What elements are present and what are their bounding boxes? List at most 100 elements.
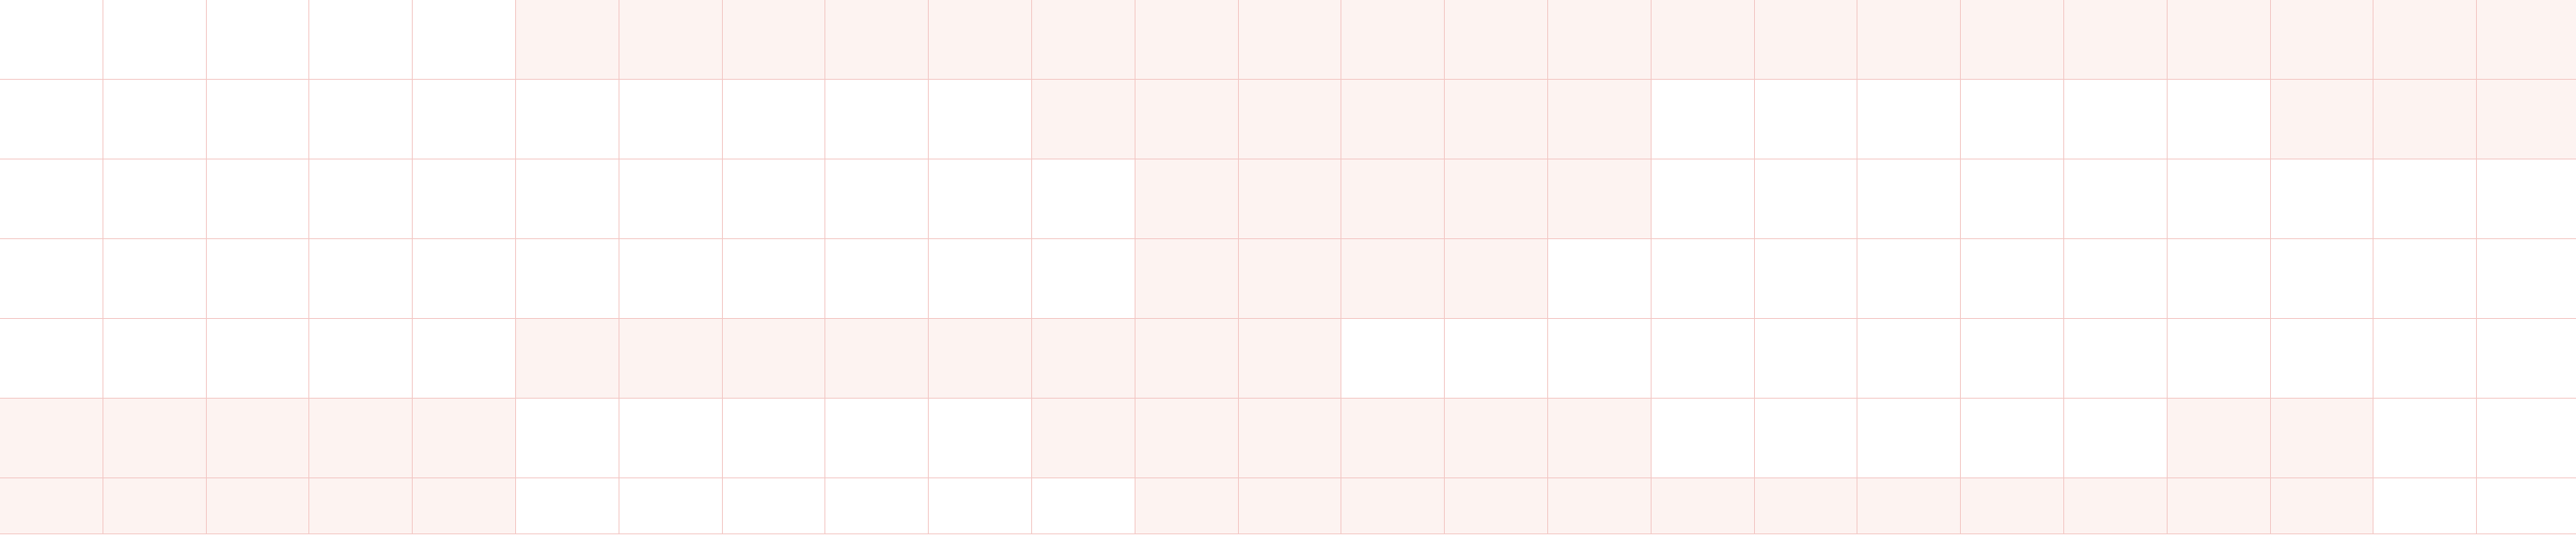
grid-cell-shaded[interactable]: [1651, 0, 1755, 80]
grid-cell[interactable]: [722, 239, 826, 319]
grid-cell[interactable]: [515, 80, 619, 159]
grid-cell[interactable]: [825, 478, 930, 534]
grid-cell[interactable]: [103, 0, 207, 80]
grid-cell[interactable]: [1961, 159, 2064, 239]
grid-cell-shaded[interactable]: [1031, 399, 1135, 478]
grid-cell-shaded[interactable]: [722, 0, 826, 80]
grid-cell[interactable]: [2477, 159, 2576, 239]
grid-cell[interactable]: [103, 319, 207, 399]
grid-cell[interactable]: [929, 239, 1032, 319]
grid-cell[interactable]: [309, 239, 414, 319]
grid-cell[interactable]: [722, 478, 826, 534]
grid-cell[interactable]: [2477, 478, 2576, 534]
grid-cell[interactable]: [619, 80, 723, 159]
grid-cell-shaded[interactable]: [1341, 239, 1446, 319]
grid-cell[interactable]: [103, 159, 207, 239]
grid-cell-shaded[interactable]: [1341, 0, 1446, 80]
grid-cell[interactable]: [0, 159, 103, 239]
grid-cell[interactable]: [2167, 159, 2271, 239]
grid-cell[interactable]: [309, 0, 414, 80]
grid-cell[interactable]: [1754, 159, 1858, 239]
grid-cell[interactable]: [1031, 478, 1135, 534]
grid-cell[interactable]: [2477, 319, 2576, 399]
grid-cell-shaded[interactable]: [1445, 159, 1548, 239]
grid-cell[interactable]: [722, 399, 826, 478]
grid-cell-shaded[interactable]: [2063, 478, 2168, 534]
grid-cell-shaded[interactable]: [1961, 0, 2064, 80]
grid-cell-shaded[interactable]: [1445, 399, 1548, 478]
grid-cell-shaded[interactable]: [1445, 239, 1548, 319]
grid-cell-shaded[interactable]: [1135, 319, 1239, 399]
grid-cell[interactable]: [2167, 80, 2271, 159]
grid-cell-shaded[interactable]: [1857, 478, 1962, 534]
grid-cell[interactable]: [1857, 399, 1962, 478]
grid-cell[interactable]: [515, 399, 619, 478]
grid-cell[interactable]: [413, 80, 516, 159]
grid-cell-shaded[interactable]: [515, 319, 619, 399]
grid-cell-shaded[interactable]: [1445, 478, 1548, 534]
grid-cell-shaded[interactable]: [1135, 478, 1239, 534]
grid-cell-shaded[interactable]: [1238, 478, 1342, 534]
grid-cell[interactable]: [0, 319, 103, 399]
grid-cell-shaded[interactable]: [2477, 0, 2576, 80]
grid-cell-shaded[interactable]: [2167, 0, 2271, 80]
grid-cell-shaded[interactable]: [1547, 399, 1652, 478]
grid-cell[interactable]: [722, 159, 826, 239]
grid-cell[interactable]: [206, 319, 310, 399]
grid-cell-shaded[interactable]: [206, 478, 310, 534]
grid-cell-shaded[interactable]: [929, 0, 1032, 80]
grid-cell[interactable]: [929, 159, 1032, 239]
grid-cell-shaded[interactable]: [309, 478, 414, 534]
grid-cell[interactable]: [1857, 80, 1962, 159]
grid-cell[interactable]: [2477, 399, 2576, 478]
grid-cell-shaded[interactable]: [1445, 0, 1548, 80]
grid-cell[interactable]: [0, 0, 103, 80]
grid-cell[interactable]: [2270, 239, 2374, 319]
grid-cell[interactable]: [103, 239, 207, 319]
grid-cell[interactable]: [825, 239, 930, 319]
grid-cell[interactable]: [2373, 319, 2478, 399]
grid-cell[interactable]: [413, 239, 516, 319]
grid-cell[interactable]: [413, 0, 516, 80]
grid-cell[interactable]: [1651, 159, 1755, 239]
grid-cell[interactable]: [206, 239, 310, 319]
grid-cell-shaded[interactable]: [1031, 0, 1135, 80]
grid-cell-shaded[interactable]: [1238, 399, 1342, 478]
grid-cell-shaded[interactable]: [2373, 0, 2478, 80]
grid-cell-shaded[interactable]: [1547, 0, 1652, 80]
grid-cell-shaded[interactable]: [0, 478, 103, 534]
grid-cell[interactable]: [2063, 319, 2168, 399]
grid-cell-shaded[interactable]: [2270, 478, 2374, 534]
grid-cell-shaded[interactable]: [1651, 478, 1755, 534]
grid-cell[interactable]: [0, 239, 103, 319]
grid-cell[interactable]: [309, 80, 414, 159]
grid-cell[interactable]: [2270, 159, 2374, 239]
grid-cell-shaded[interactable]: [515, 0, 619, 80]
grid-cell[interactable]: [619, 159, 723, 239]
grid-cell-shaded[interactable]: [1031, 319, 1135, 399]
grid-cell[interactable]: [309, 319, 414, 399]
grid-cell[interactable]: [206, 159, 310, 239]
grid-cell[interactable]: [2373, 399, 2478, 478]
grid-cell[interactable]: [309, 159, 414, 239]
grid-cell-shaded[interactable]: [1135, 159, 1239, 239]
grid-cell[interactable]: [515, 478, 619, 534]
grid-cell[interactable]: [1651, 239, 1755, 319]
grid-cell[interactable]: [103, 80, 207, 159]
grid-cell[interactable]: [206, 80, 310, 159]
grid-cell[interactable]: [1754, 319, 1858, 399]
grid-cell-shaded[interactable]: [413, 478, 516, 534]
grid-cell-shaded[interactable]: [309, 399, 414, 478]
grid-cell[interactable]: [0, 80, 103, 159]
grid-cell-shaded[interactable]: [413, 399, 516, 478]
grid-cell[interactable]: [413, 159, 516, 239]
grid-cell[interactable]: [1547, 319, 1652, 399]
grid-cell-shaded[interactable]: [1547, 478, 1652, 534]
grid-cell[interactable]: [1857, 239, 1962, 319]
grid-cell-shaded[interactable]: [825, 319, 930, 399]
grid-cell[interactable]: [1651, 399, 1755, 478]
grid-cell-shaded[interactable]: [1238, 80, 1342, 159]
grid-cell-shaded[interactable]: [2373, 80, 2478, 159]
grid-cell[interactable]: [1651, 80, 1755, 159]
grid-cell[interactable]: [825, 80, 930, 159]
